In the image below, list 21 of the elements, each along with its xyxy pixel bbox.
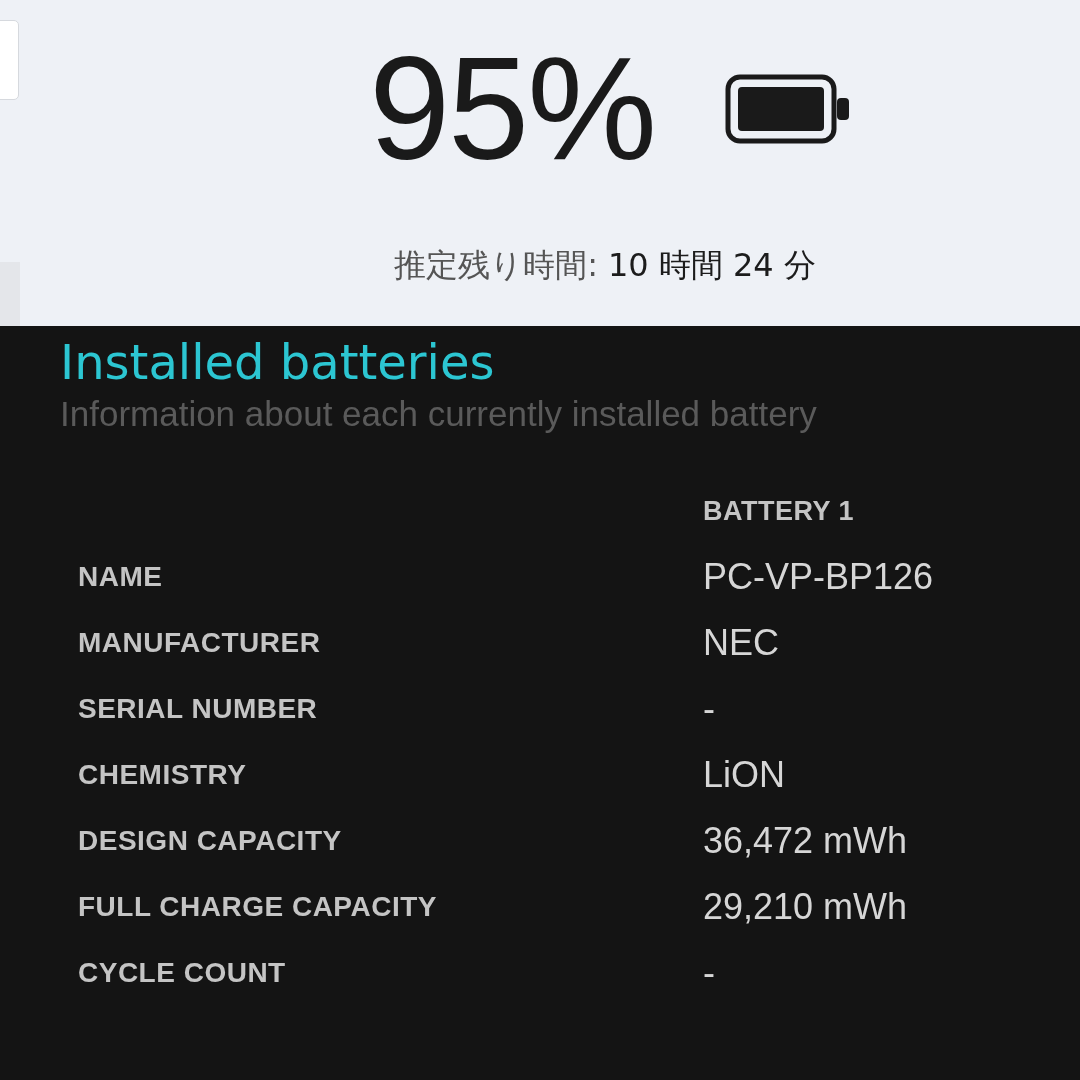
row-value: - bbox=[703, 952, 716, 994]
remaining-time-label: 推定残り時間: bbox=[394, 245, 598, 286]
row-label: SERIAL NUMBER bbox=[78, 693, 319, 725]
row-value: 36,472 mWh bbox=[703, 820, 909, 862]
battery-percentage: 95% bbox=[368, 36, 656, 182]
row-value: NEC bbox=[703, 622, 780, 664]
row-value: PC-VP-BP126 bbox=[703, 556, 935, 598]
row-value: - bbox=[703, 688, 716, 730]
row-label: NAME bbox=[78, 561, 164, 593]
battery-icon bbox=[725, 74, 852, 144]
row-label: CHEMISTRY bbox=[78, 759, 248, 791]
section-subtitle: Information about each currently installed battery bbox=[60, 394, 818, 434]
column-header: BATTERY 1 bbox=[703, 495, 856, 527]
section-title: Installed batteries bbox=[60, 333, 496, 392]
remaining-time-value: 10 時間 24 分 bbox=[607, 245, 816, 286]
row-label: CYCLE COUNT bbox=[78, 957, 287, 989]
row-value: 29,210 mWh bbox=[703, 886, 909, 928]
row-value: LiON bbox=[703, 754, 787, 796]
row-label: FULL CHARGE CAPACITY bbox=[78, 891, 438, 923]
row-label: MANUFACTURER bbox=[78, 627, 322, 659]
row-label: DESIGN CAPACITY bbox=[78, 825, 343, 857]
